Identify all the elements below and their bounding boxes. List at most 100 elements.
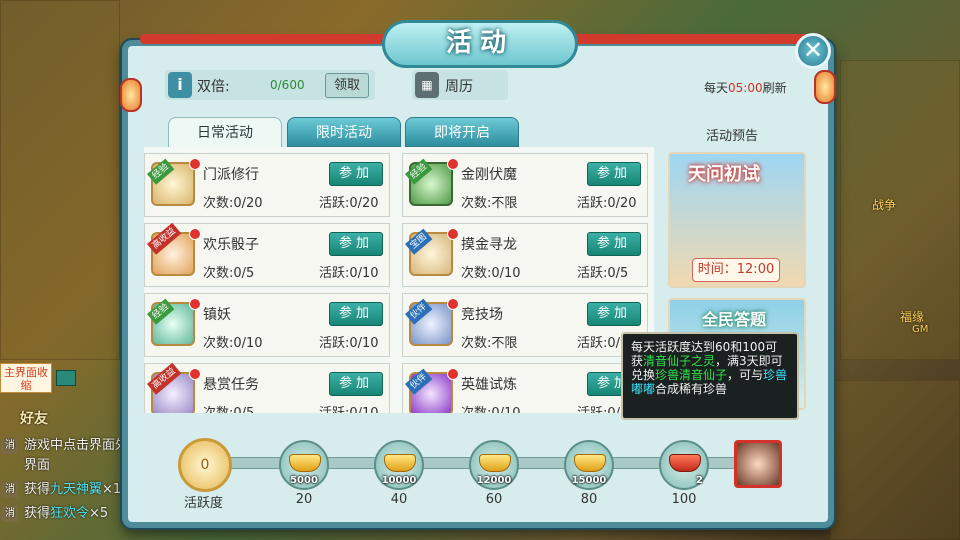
reward-chest[interactable]: 15000 [564,440,614,490]
chat-line: 消游戏中点击界面外 [0,434,140,456]
join-button[interactable]: 参加 [329,372,383,396]
reward-chest[interactable]: 5000 [279,440,329,490]
mail-icon[interactable] [56,370,76,386]
double-label: 双倍: [197,79,230,95]
red-dot-badge [189,368,201,380]
ribbon-decoration [570,34,820,44]
join-button[interactable]: 参加 [587,302,641,326]
preview-card[interactable]: 天问初试 时间：12:00 [668,152,806,288]
chat-text: 游戏中点击界面外 [24,438,129,453]
friend-title[interactable]: 好友 [20,408,48,428]
red-dot-badge [447,228,459,240]
reward-amount: 10000 [381,475,417,486]
gold-ingot-icon [479,454,511,472]
world-tile [830,380,960,540]
double-value: 0/600 [270,78,305,92]
activity-card[interactable]: 经验 镇妖 次数:0/10 活跃:0/10 参加 [144,293,390,357]
red-dot-badge [189,228,201,240]
activity-card[interactable]: 伙伴 竞技场 次数:不限 活跃:0/5 参加 [402,293,648,357]
activity-card[interactable]: 经验 金刚伏魔 次数:不限 活跃:0/20 参加 [402,153,648,217]
reward-threshold: 40 [390,492,408,507]
lantern-decoration [814,70,836,104]
activity-card[interactable]: 经验 门派修行 次数:0/20 活跃:0/20 参加 [144,153,390,217]
join-button[interactable]: 参加 [329,162,383,186]
activity-count: 次数:0/10 [461,266,521,281]
activity-list[interactable]: 经验 门派修行 次数:0/20 活跃:0/20 参加 经验 金刚伏魔 次数:不限… [144,147,654,413]
activity-name: 欢乐骰子 [203,237,259,253]
tooltip-highlight: 清音仙子之灵 [643,354,716,368]
refresh-prefix: 每天 [704,81,729,95]
red-dot-badge [189,158,201,170]
world-label: 战争 [872,198,897,212]
activity-card[interactable]: 高收益 欢乐骰子 次数:0/5 活跃:0/10 参加 [144,222,390,287]
close-button[interactable]: ✕ [795,33,831,69]
activity-points: 活跃:0/10 [319,402,379,413]
activity-points: 活跃:0/20 [319,196,379,211]
activity-points: 活跃:0/10 [319,336,379,351]
calendar-label[interactable]: 周历 [445,76,473,96]
tab-daily[interactable]: 日常活动 [168,117,282,147]
join-button[interactable]: 参加 [587,162,641,186]
join-button[interactable]: 参加 [587,232,641,256]
world-label: 福缘 [900,310,925,324]
tab-upcoming[interactable]: 即将开启 [405,117,519,147]
preview-time: 时间：12:00 [692,258,780,282]
info-icon[interactable]: i [168,72,192,98]
gold-ingot-icon [574,454,606,472]
reward-chest[interactable]: 10000 [374,440,424,490]
chat-tag: 消 [2,505,18,522]
activity-name: 镇妖 [203,307,231,323]
activity-card[interactable]: 宝图 摸金寻龙 次数:0/10 活跃:0/5 参加 [402,223,648,287]
activity-count: 次数:0/20 [203,196,263,211]
activity-count: 次数:0/10 [203,336,263,351]
activity-card[interactable]: 高收益 悬赏任务 次数:0/5 活跃:0/10 参加 [144,362,390,413]
world-tile [0,0,120,360]
activity-count: 次数:0/5 [203,402,254,413]
preview-title: 活动预告 [706,129,759,144]
tooltip-text: ，可与 [727,368,764,382]
tooltip-highlight: 珍兽清音仙子 [655,368,728,382]
chat-text: 获得 [24,482,51,497]
reward-tooltip: 每天活跃度达到60和100可获清音仙子之灵，满3天即可兑换珍兽清音仙子，可与珍兽… [621,332,799,420]
join-button[interactable]: 参加 [329,302,383,326]
activity-score: 0 [178,438,232,492]
red-dot-badge [447,158,459,170]
collapse-main-ui-button[interactable]: 主界面收缩 [0,363,52,393]
chat-panel[interactable]: 好友 消游戏中点击界面外 界面 消获得九天神翼×1 消获得狂欢令×5 [0,400,140,540]
gold-ingot-icon [384,454,416,472]
reward-threshold: 60 [485,492,503,507]
lantern-decoration [120,78,142,112]
activity-name: 金刚伏魔 [461,167,517,183]
refresh-time: 05:00 [728,81,763,95]
gift-pack-icon [669,454,701,472]
activity-name: 英雄试炼 [461,377,517,393]
chat-line: 界面 [0,454,140,476]
chat-line: 消获得九天神翼×1 [0,478,140,500]
claim-button[interactable]: 领取 [325,73,369,98]
preview-name: 全民答题 [702,310,767,329]
refresh-note: 每天05:00刷新 [704,79,787,96]
red-dot-badge [447,298,459,310]
activity-points: 活跃:0/5 [577,266,629,281]
chat-text: ×5 [89,506,109,521]
red-dot-badge [189,298,201,310]
chat-text: ×1 [102,482,122,497]
dialog-title: 活动 [382,20,578,68]
tab-limited[interactable]: 限时活动 [287,117,401,147]
reward-chest[interactable]: 2 [659,440,709,490]
join-button[interactable]: 参加 [329,232,383,256]
ribbon-decoration [140,34,390,44]
chat-text: 获得 [24,506,51,521]
reward-chest[interactable]: 12000 [469,440,519,490]
chat-item-link[interactable]: 狂欢令 [50,506,89,521]
red-dot-badge [447,368,459,380]
activity-score-label: 活跃度 [184,496,224,511]
activity-count: 次数:0/5 [203,266,255,281]
pet-reward-portrait[interactable] [734,440,782,488]
activity-card[interactable]: 伙伴 英雄试炼 次数:0/10 活跃:0/10 参加 [402,363,648,413]
chat-item-link[interactable]: 九天神翼 [50,482,102,497]
refresh-suffix: 刷新 [762,81,787,95]
reward-amount: 2 [696,475,703,486]
activity-name: 悬赏任务 [203,377,259,393]
calendar-icon: ▦ [415,72,439,98]
